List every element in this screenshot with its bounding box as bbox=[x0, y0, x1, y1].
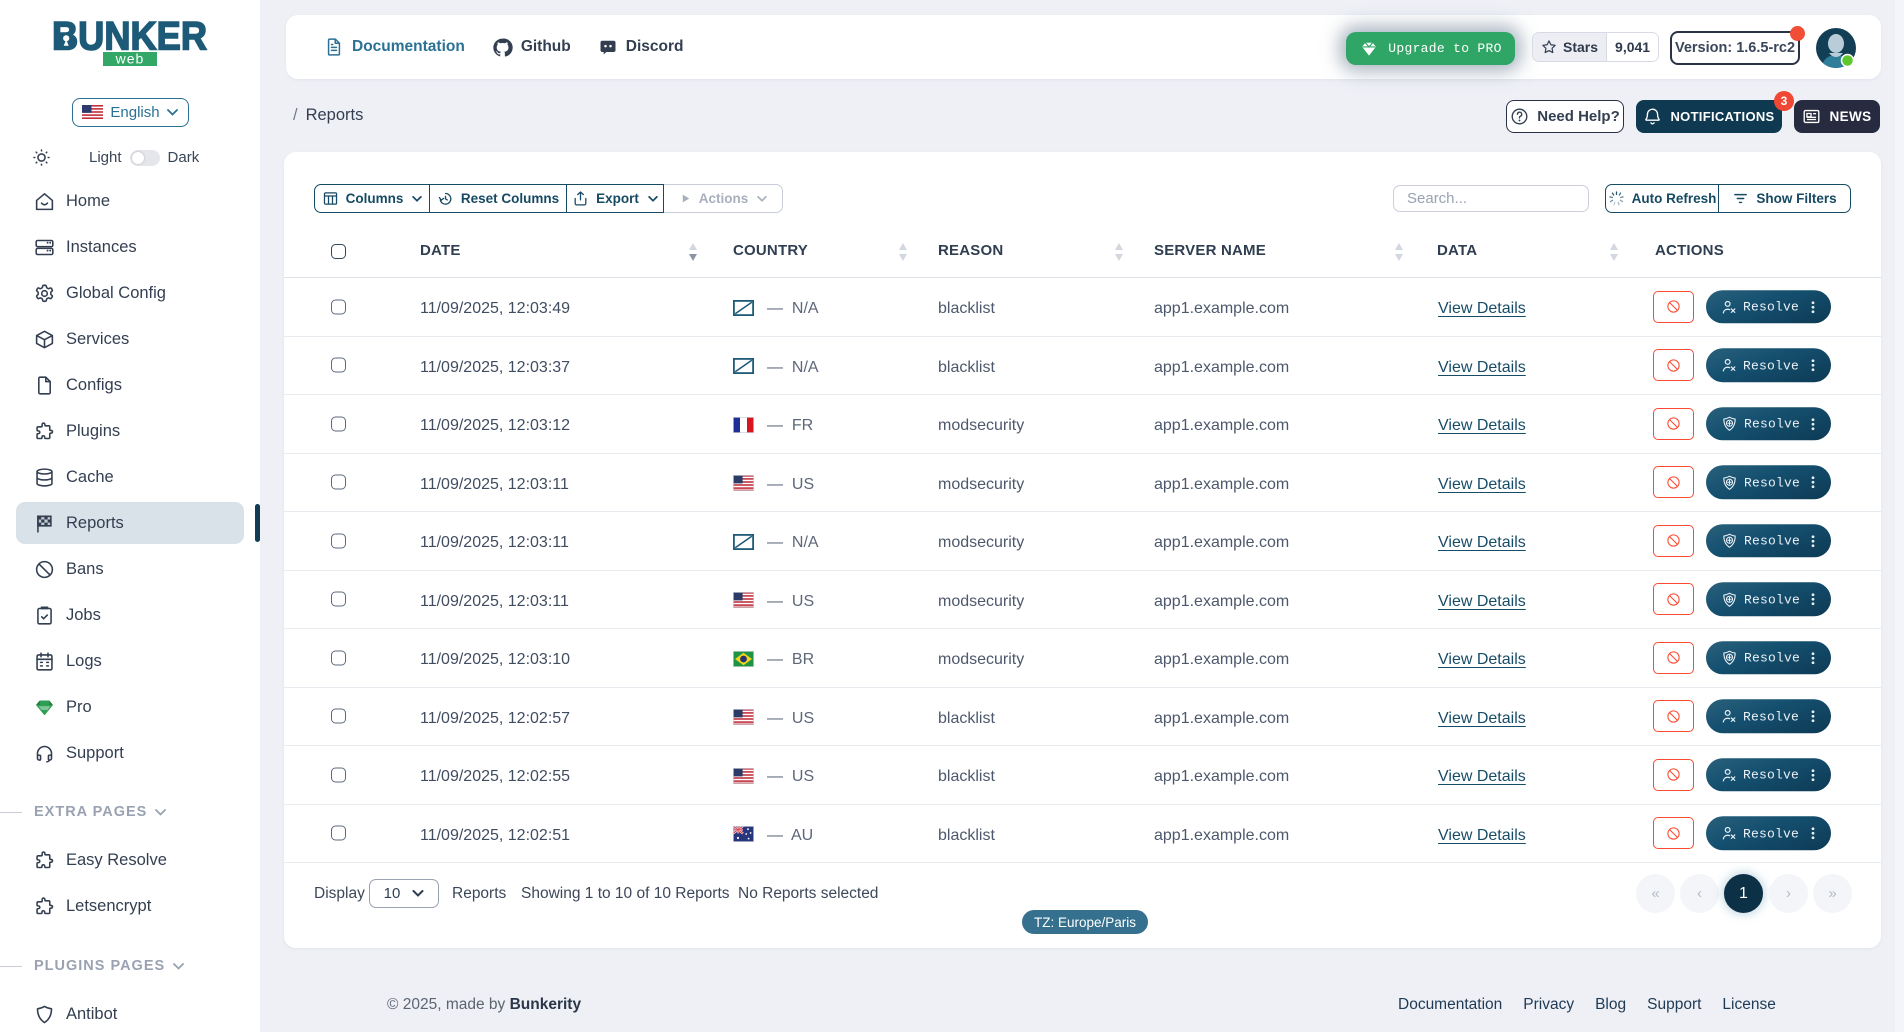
svg-text:web: web bbox=[115, 51, 145, 67]
